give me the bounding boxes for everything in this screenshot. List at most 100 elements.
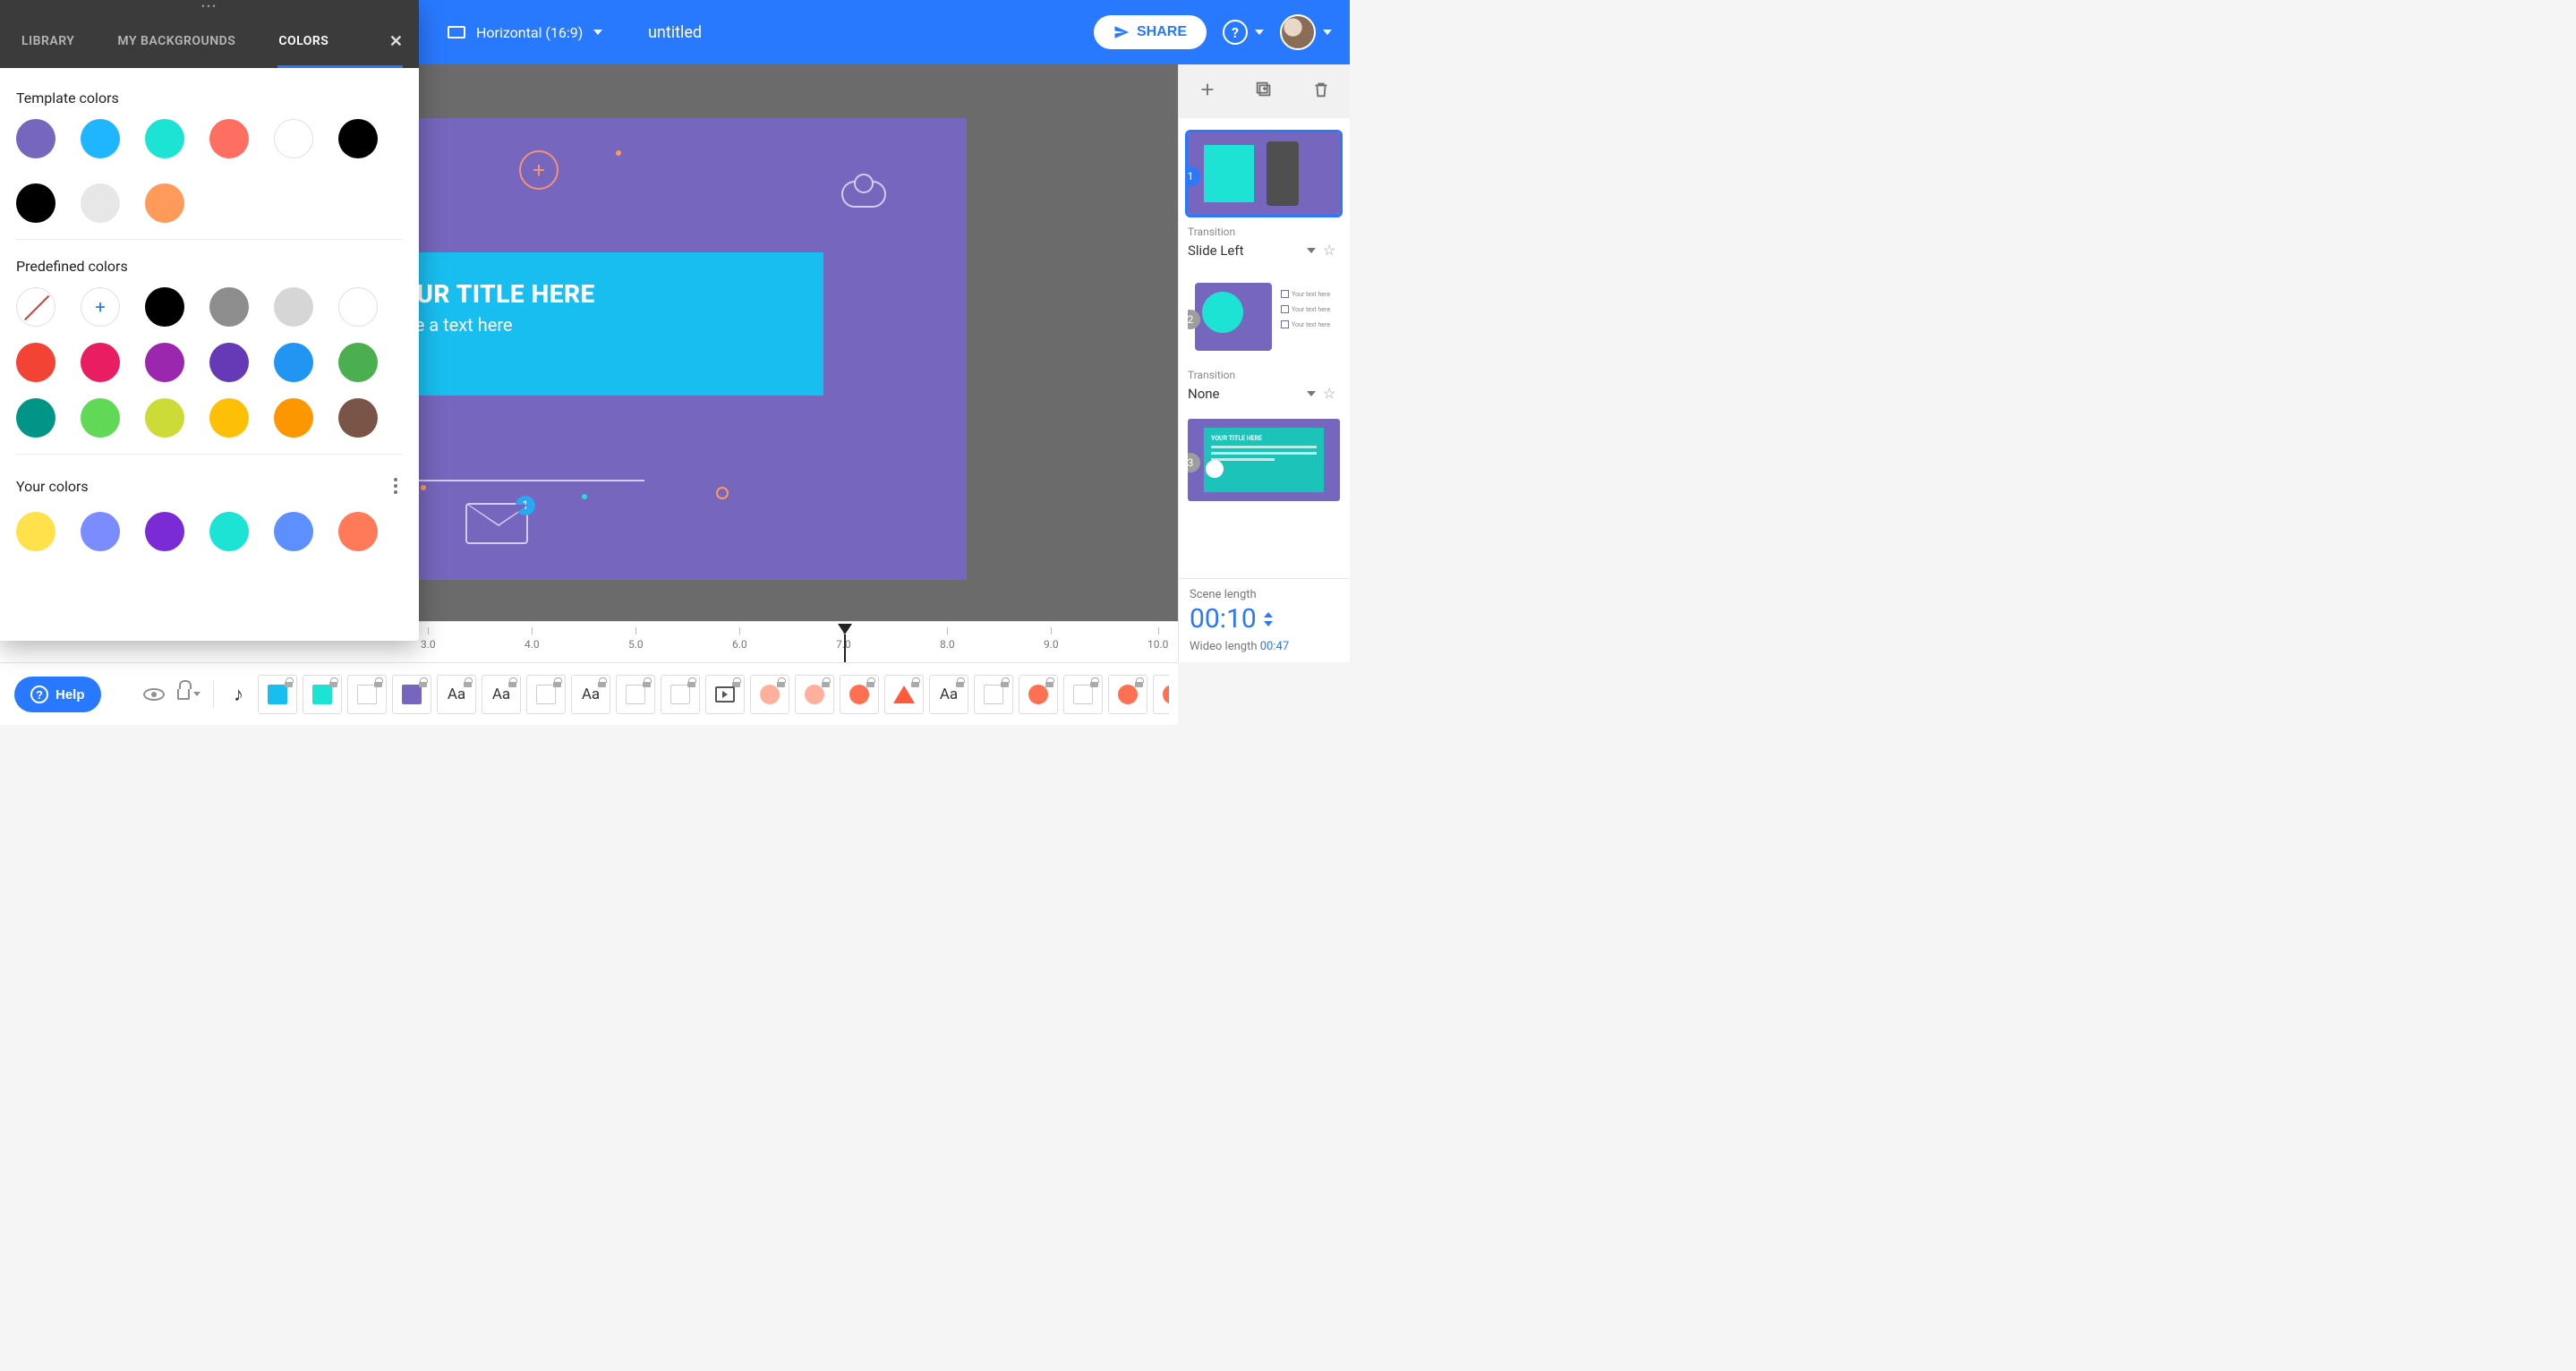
lock-selector[interactable] <box>177 689 200 700</box>
color-swatch[interactable] <box>16 119 55 158</box>
color-swatch[interactable] <box>81 512 120 551</box>
color-swatch[interactable] <box>16 398 55 438</box>
color-swatch[interactable] <box>145 287 184 327</box>
scene-thumbnail-1[interactable]: 1 <box>1188 132 1340 215</box>
chevron-up-icon[interactable] <box>1264 612 1273 617</box>
tab-colors[interactable]: COLORS <box>257 14 350 68</box>
color-swatch[interactable] <box>81 119 120 158</box>
timeline-clip[interactable]: Aa <box>482 675 521 714</box>
timeline-clip[interactable] <box>705 675 745 714</box>
add-scene-button[interactable] <box>1192 74 1223 108</box>
tab-library[interactable]: LIBRARY <box>0 14 96 68</box>
lock-icon <box>778 677 787 686</box>
color-swatch[interactable] <box>145 119 184 158</box>
scene-thumbnail-3[interactable]: 3 YOUR TITLE HERE <box>1188 419 1340 501</box>
timeline-clip[interactable] <box>258 675 297 714</box>
timeline-clip[interactable] <box>1063 675 1103 714</box>
slide-subtitle[interactable]: Write a text here <box>383 314 798 336</box>
color-swatch[interactable] <box>209 343 249 382</box>
color-swatch[interactable] <box>16 183 55 223</box>
color-swatch[interactable] <box>209 287 249 327</box>
transition-select[interactable]: Slide Left <box>1188 243 1316 259</box>
color-swatch[interactable] <box>16 287 55 327</box>
timeline-clip[interactable] <box>526 675 566 714</box>
slide-title[interactable]: YOUR TITLE HERE <box>383 279 798 309</box>
timeline-clip[interactable] <box>884 675 924 714</box>
color-swatch[interactable] <box>16 343 55 382</box>
mail-icon[interactable]: 1 <box>465 503 528 544</box>
tab-my-backgrounds[interactable]: MY BACKGROUNDS <box>96 14 257 68</box>
timeline-clip[interactable] <box>392 675 431 714</box>
timeline-clip[interactable]: Aa <box>571 675 610 714</box>
scene-thumbnail-2[interactable]: 2 Your text hereYour text hereYour text … <box>1188 276 1340 358</box>
timeline-clip[interactable] <box>616 675 655 714</box>
add-element-button[interactable]: + <box>519 150 559 190</box>
favorite-transition-button[interactable]: ☆ <box>1323 385 1341 403</box>
scene-length-stepper[interactable] <box>1264 612 1273 626</box>
color-swatch[interactable] <box>81 343 120 382</box>
color-swatch[interactable] <box>338 343 378 382</box>
timeline-clip[interactable] <box>1108 675 1147 714</box>
color-swatch[interactable] <box>209 119 249 158</box>
color-swatch[interactable] <box>274 287 313 327</box>
chevron-down-icon[interactable] <box>1264 621 1273 626</box>
color-swatch[interactable] <box>209 398 249 438</box>
color-swatch[interactable] <box>274 343 313 382</box>
timeline-clip[interactable] <box>347 675 387 714</box>
color-swatch[interactable] <box>338 512 378 551</box>
color-swatch[interactable] <box>209 512 249 551</box>
color-swatch[interactable] <box>274 119 313 158</box>
transition-select[interactable]: None <box>1188 386 1316 402</box>
scene-number: 3 <box>1188 453 1200 473</box>
scene-number: 1 <box>1188 166 1200 186</box>
scene-item[interactable]: 1 <box>1179 125 1350 222</box>
timeline-clip[interactable]: Aa <box>929 675 968 714</box>
playhead[interactable] <box>838 624 852 634</box>
timeline-clip[interactable] <box>661 675 700 714</box>
mail-badge: 1 <box>516 496 535 515</box>
color-swatch[interactable] <box>274 512 313 551</box>
timeline-clip[interactable] <box>840 675 879 714</box>
send-icon <box>1113 24 1130 40</box>
delete-scene-button[interactable] <box>1306 74 1336 108</box>
color-swatch[interactable] <box>338 398 378 438</box>
color-swatch[interactable] <box>274 398 313 438</box>
timeline-clip[interactable] <box>303 675 342 714</box>
your-colors-menu-button[interactable] <box>388 473 403 499</box>
favorite-transition-button[interactable]: ☆ <box>1323 242 1341 260</box>
color-swatch[interactable] <box>145 183 184 223</box>
color-swatch[interactable] <box>81 183 120 223</box>
cloud-icon[interactable] <box>841 181 886 208</box>
color-swatch[interactable] <box>338 119 378 158</box>
help-button[interactable]: ? Help <box>14 677 101 712</box>
title-text-block[interactable]: YOUR TITLE HERE Write a text here <box>358 252 823 396</box>
color-swatch[interactable] <box>145 398 184 438</box>
lock-icon <box>644 677 653 686</box>
aspect-ratio-selector[interactable]: Horizontal (16:9) <box>448 24 602 41</box>
timeline-clip[interactable] <box>1153 675 1169 714</box>
color-swatch[interactable] <box>338 287 378 327</box>
timeline-clip[interactable] <box>1019 675 1058 714</box>
color-swatch[interactable] <box>145 512 184 551</box>
share-button[interactable]: SHARE <box>1094 15 1207 49</box>
color-swatch[interactable]: + <box>81 287 120 327</box>
scene-length-value[interactable]: 00:10 <box>1190 603 1257 634</box>
timeline-clip[interactable] <box>974 675 1013 714</box>
document-title[interactable]: untitled <box>648 23 702 42</box>
close-panel-button[interactable]: ✕ <box>389 32 403 51</box>
template-colors-grid <box>16 119 403 223</box>
duplicate-scene-button[interactable] <box>1249 74 1279 108</box>
timeline-clip[interactable]: Aa <box>437 675 476 714</box>
help-menu[interactable]: ? <box>1223 20 1264 45</box>
scene-item[interactable]: 3 YOUR TITLE HERE <box>1179 412 1350 508</box>
scene-item[interactable]: 2 Your text hereYour text hereYour text … <box>1179 268 1350 365</box>
timeline-clip[interactable] <box>750 675 789 714</box>
color-swatch[interactable] <box>145 343 184 382</box>
music-button[interactable]: ♪ <box>226 683 251 706</box>
timeline-clip[interactable] <box>795 675 834 714</box>
panel-drag-handle[interactable]: ••• <box>0 0 419 14</box>
color-swatch[interactable] <box>81 398 120 438</box>
account-menu[interactable] <box>1280 14 1332 50</box>
visibility-toggle[interactable] <box>143 688 165 701</box>
color-swatch[interactable] <box>16 512 55 551</box>
